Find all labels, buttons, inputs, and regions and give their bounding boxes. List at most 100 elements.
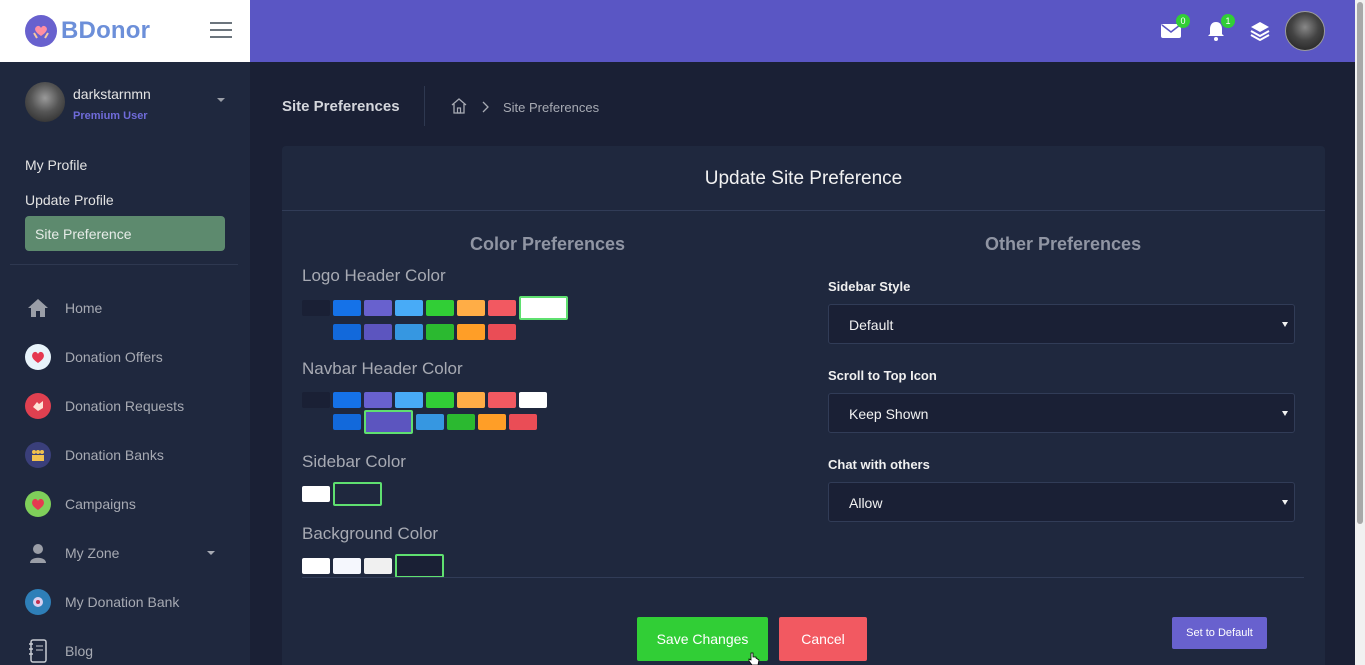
color-swatch[interactable] — [457, 392, 485, 408]
sidebar-style-label: Sidebar Style — [828, 279, 911, 294]
people-icon — [25, 442, 51, 468]
color-swatch[interactable] — [333, 324, 361, 340]
user-role: Premium User — [73, 110, 148, 122]
color-swatch[interactable] — [302, 300, 330, 316]
navbar-header-swatches-row1 — [302, 392, 550, 408]
sidebar-item-donation-offers[interactable]: Donation Offers — [25, 342, 225, 372]
title-divider — [424, 86, 425, 126]
update-profile-link[interactable]: Update Profile — [25, 192, 114, 208]
sidebar-color-label: Sidebar Color — [302, 452, 406, 471]
logo-text[interactable]: BDonor — [61, 17, 150, 45]
color-swatch[interactable] — [509, 414, 537, 430]
page-title: Site Preferences — [282, 98, 400, 115]
color-swatch[interactable] — [302, 486, 330, 502]
cancel-button[interactable]: Cancel — [779, 617, 867, 661]
logo-header-color-label: Logo Header Color — [302, 266, 446, 285]
color-swatch[interactable] — [364, 392, 392, 408]
sidebar-item-my-zone[interactable]: My Zone — [25, 538, 225, 568]
messages-badge: 0 — [1176, 14, 1190, 28]
user-icon — [25, 540, 51, 566]
select-value: Allow — [849, 495, 883, 511]
color-swatch[interactable] — [364, 558, 392, 574]
menu-label: Blog — [65, 643, 94, 659]
color-swatch[interactable] — [364, 324, 392, 340]
page-scrollbar[interactable] — [1355, 0, 1365, 665]
color-swatch[interactable] — [395, 300, 423, 316]
background-swatches — [302, 554, 447, 578]
caret-down-icon[interactable] — [217, 98, 225, 102]
color-swatch[interactable] — [333, 414, 361, 430]
home-icon[interactable] — [450, 97, 468, 115]
navbar-header-swatches-row2 — [302, 410, 540, 434]
color-swatch[interactable] — [416, 414, 444, 430]
color-swatch[interactable] — [447, 414, 475, 430]
logo-header-swatches-row1 — [302, 296, 571, 320]
color-swatch[interactable] — [426, 324, 454, 340]
color-swatch[interactable] — [333, 558, 361, 574]
select-value: Keep Shown — [849, 406, 929, 422]
sidebar-item-donation-requests[interactable]: Donation Requests — [25, 391, 225, 421]
color-swatch[interactable] — [333, 482, 382, 506]
scroll-to-top-select[interactable]: Keep Shown — [828, 393, 1295, 433]
color-swatch[interactable] — [302, 414, 330, 430]
color-swatch[interactable] — [519, 296, 568, 320]
logo-header-swatches-row2 — [302, 324, 519, 340]
menu-label: My Zone — [65, 545, 120, 561]
sidebar-item-blog[interactable]: Blog — [25, 636, 225, 665]
set-to-default-button[interactable]: Set to Default — [1172, 617, 1267, 649]
breadcrumb[interactable]: Site Preferences — [503, 100, 599, 115]
sidebar-user[interactable]: darkstarnmn Premium User — [25, 82, 235, 126]
color-swatch[interactable] — [426, 392, 454, 408]
color-swatch[interactable] — [478, 414, 506, 430]
caret-down-icon — [1282, 500, 1288, 505]
color-swatch[interactable] — [457, 324, 485, 340]
bank-icon — [25, 589, 51, 615]
site-preference-link[interactable]: Site Preference — [25, 216, 225, 251]
sidebar-item-home[interactable]: Home — [25, 293, 225, 323]
envelope-icon[interactable]: 0 — [1160, 14, 1190, 42]
color-swatch[interactable] — [302, 324, 330, 340]
navbar-avatar[interactable] — [1285, 11, 1325, 51]
menu-label: My Donation Bank — [65, 594, 180, 610]
color-swatch[interactable] — [333, 300, 361, 316]
my-profile-link[interactable]: My Profile — [25, 157, 87, 173]
navbar: 0 1 — [250, 0, 1355, 62]
sidebar-style-select[interactable]: Default — [828, 304, 1295, 344]
caret-down-icon — [1282, 322, 1288, 327]
color-swatch[interactable] — [457, 300, 485, 316]
logo-header: BDonor — [0, 0, 250, 62]
select-value: Default — [849, 317, 894, 333]
avatar — [25, 82, 65, 122]
color-swatch[interactable] — [488, 300, 516, 316]
user-name: darkstarnmn — [73, 86, 151, 102]
scroll-to-top-label: Scroll to Top Icon — [828, 368, 937, 383]
color-swatch[interactable] — [426, 300, 454, 316]
sidebar-item-campaigns[interactable]: Campaigns — [25, 489, 225, 519]
hands-heart-icon — [25, 15, 57, 47]
color-swatch[interactable] — [302, 558, 330, 574]
color-swatch[interactable] — [395, 392, 423, 408]
hamburger-menu-icon[interactable] — [210, 22, 232, 40]
bell-icon[interactable]: 1 — [1205, 14, 1235, 42]
menu-label: Donation Offers — [65, 349, 163, 365]
hand-pointer-icon — [748, 652, 760, 665]
sidebar-item-donation-banks[interactable]: Donation Banks — [25, 440, 225, 470]
chat-with-others-select[interactable]: Allow — [828, 482, 1295, 522]
color-swatch[interactable] — [519, 392, 547, 408]
notifications-badge: 1 — [1221, 14, 1235, 28]
menu-label: Campaigns — [65, 496, 136, 512]
color-swatch[interactable] — [302, 392, 330, 408]
caret-down-icon — [207, 551, 215, 555]
home-icon — [25, 295, 51, 321]
color-swatch[interactable] — [395, 324, 423, 340]
color-swatch[interactable] — [364, 410, 413, 434]
sidebar-swatches — [302, 482, 385, 506]
sidebar-item-my-donation-bank[interactable]: My Donation Bank — [25, 587, 225, 617]
color-swatch[interactable] — [364, 300, 392, 316]
color-swatch[interactable] — [488, 324, 516, 340]
scrollbar-thumb[interactable] — [1357, 2, 1363, 524]
layers-icon[interactable] — [1249, 20, 1271, 42]
color-swatch[interactable] — [333, 392, 361, 408]
color-swatch[interactable] — [395, 554, 444, 578]
color-swatch[interactable] — [488, 392, 516, 408]
